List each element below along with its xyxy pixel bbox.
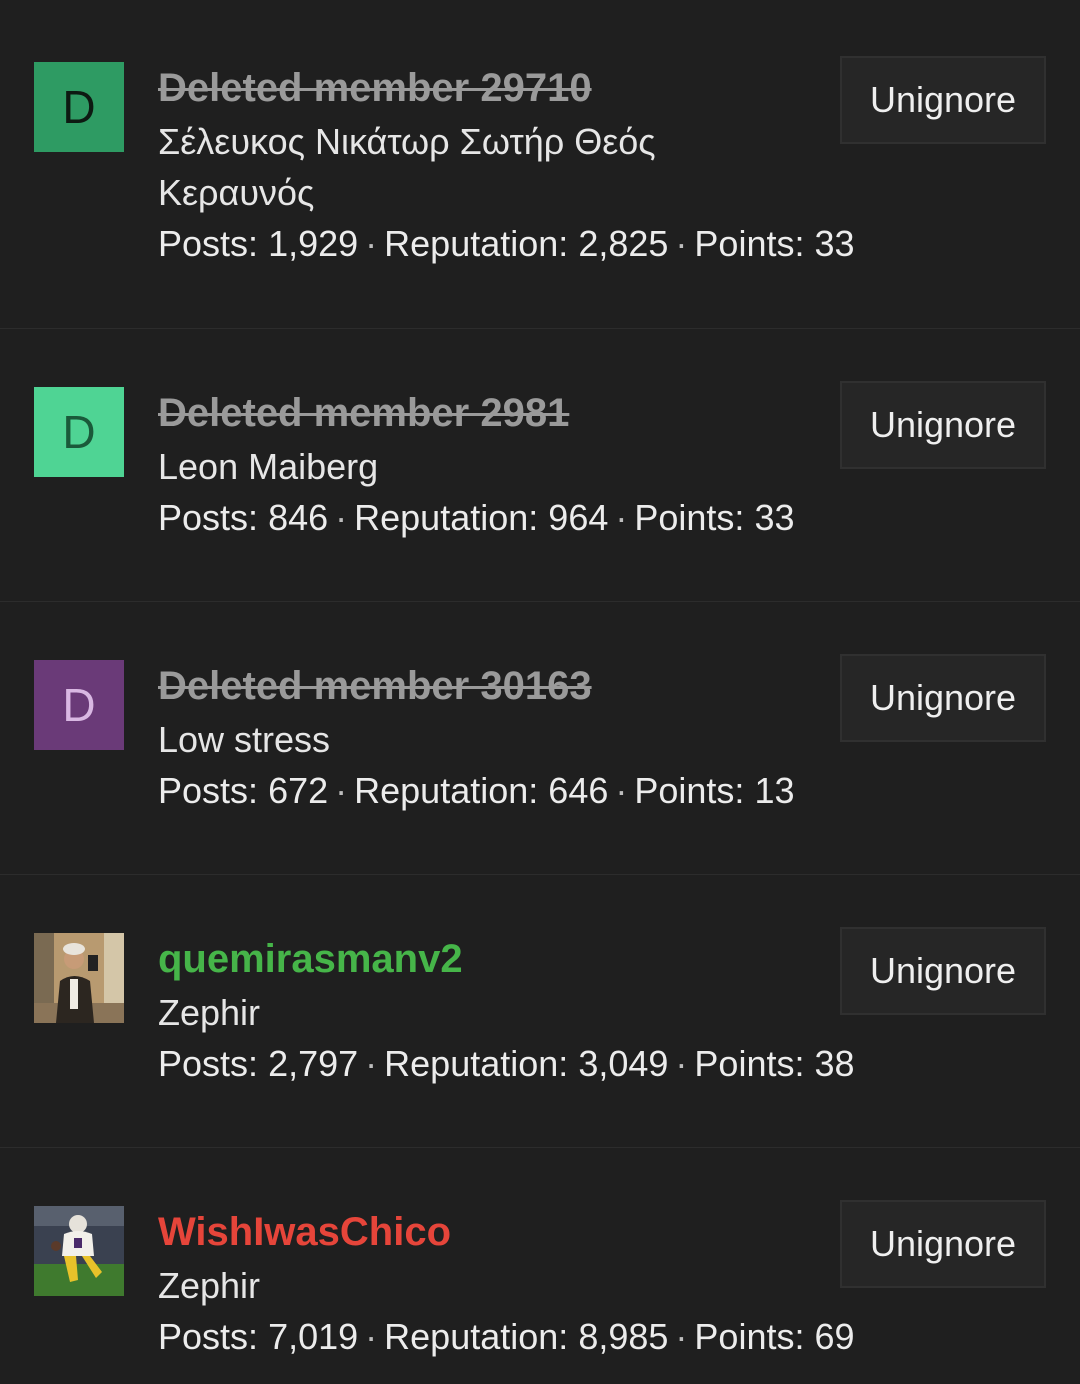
avatar[interactable]: D <box>34 387 124 477</box>
user-title: Zephir <box>158 1265 261 1306</box>
reputation-count: 964 <box>548 497 609 538</box>
avatar[interactable]: D <box>34 62 124 152</box>
member-row: quemirasmanv2 Zephir Posts: 2,797 · Reputa… <box>0 875 1080 1148</box>
posts-label: Posts: <box>158 223 259 264</box>
member-row: D Deleted member 2981 Leon Maiberg Posts… <box>0 329 1080 602</box>
member-info: Deleted member 2981 Leon Maiberg Posts: … <box>158 387 808 543</box>
separator-dot: · <box>335 770 348 811</box>
reputation-label: Reputation: <box>354 770 539 811</box>
member-info: WishIwasChico Zephir Posts: 7,019 · Reputa… <box>158 1206 855 1362</box>
username-link[interactable]: Deleted member 29710 <box>158 62 808 114</box>
avatar-letter: D <box>62 679 96 731</box>
points-label: Points: <box>634 770 745 811</box>
member-row: WishIwasChico Zephir Posts: 7,019 · Reputa… <box>0 1148 1080 1384</box>
avatar-letter: D <box>62 81 96 133</box>
posts-count: 7,019 <box>268 1316 359 1357</box>
person-selfie-icon <box>34 933 124 1023</box>
unignore-button[interactable]: Unignore <box>840 1200 1046 1288</box>
user-title: Zephir <box>158 992 261 1033</box>
unignore-button[interactable]: Unignore <box>840 654 1046 742</box>
member-row: D Deleted member 30163 Low stress Posts:… <box>0 602 1080 875</box>
separator-dot: · <box>615 770 628 811</box>
posts-count: 672 <box>268 770 329 811</box>
separator-dot: · <box>675 223 688 264</box>
reputation-count: 3,049 <box>578 1043 669 1084</box>
member-row: D Deleted member 29710 Σέλευκος Νικάτωρ … <box>0 0 1080 329</box>
posts-label: Posts: <box>158 497 259 538</box>
points-label: Points: <box>694 1316 805 1357</box>
points-count: 13 <box>754 770 795 811</box>
unignore-button[interactable]: Unignore <box>840 381 1046 469</box>
unignore-button[interactable]: Unignore <box>840 56 1046 144</box>
football-player-icon <box>34 1206 124 1296</box>
member-info: Deleted member 30163 Low stress Posts: 6… <box>158 660 808 816</box>
member-stats: Posts: 7,019 · Reputation: 8,985 · Points: 6… <box>158 1311 855 1362</box>
separator-dot: · <box>365 1043 378 1084</box>
avatar[interactable]: D <box>34 660 124 750</box>
user-title: Low stress <box>158 719 331 760</box>
points-count: 33 <box>814 223 855 264</box>
reputation-label: Reputation: <box>384 1043 569 1084</box>
username-link[interactable]: WishIwasChico <box>158 1206 808 1258</box>
posts-label: Posts: <box>158 1043 259 1084</box>
member-stats: Posts: 1,929 · Reputation: 2,825 · Points: 3… <box>158 218 855 269</box>
separator-dot: · <box>365 223 378 264</box>
reputation-count: 2,825 <box>578 223 669 264</box>
separator-dot: · <box>675 1316 688 1357</box>
reputation-label: Reputation: <box>354 497 539 538</box>
points-count: 33 <box>754 497 795 538</box>
username-link[interactable]: Deleted member 30163 <box>158 660 808 712</box>
username-link[interactable]: quemirasmanv2 <box>158 933 808 985</box>
unignore-button[interactable]: Unignore <box>840 927 1046 1015</box>
points-count: 69 <box>814 1316 855 1357</box>
reputation-count: 8,985 <box>578 1316 669 1357</box>
posts-count: 846 <box>268 497 329 538</box>
posts-count: 2,797 <box>268 1043 359 1084</box>
member-stats: Posts: 846 · Reputation: 964 · Points: 33 <box>158 492 808 543</box>
avatar-photo[interactable] <box>34 1206 124 1296</box>
username-link[interactable]: Deleted member 2981 <box>158 387 808 439</box>
points-label: Points: <box>694 223 805 264</box>
reputation-label: Reputation: <box>384 1316 569 1357</box>
reputation-label: Reputation: <box>384 223 569 264</box>
member-info: Deleted member 29710 Σέλευκος Νικάτωρ Σω… <box>158 62 855 269</box>
posts-label: Posts: <box>158 770 259 811</box>
separator-dot: · <box>615 497 628 538</box>
points-label: Points: <box>634 497 745 538</box>
member-info: quemirasmanv2 Zephir Posts: 2,797 · Reputa… <box>158 933 855 1089</box>
separator-dot: · <box>335 497 348 538</box>
ignored-members-list: D Deleted member 29710 Σέλευκος Νικάτωρ … <box>0 0 1080 1384</box>
member-stats: Posts: 2,797 · Reputation: 3,049 · Points: 3… <box>158 1038 855 1089</box>
points-label: Points: <box>694 1043 805 1084</box>
points-count: 38 <box>814 1043 855 1084</box>
avatar-photo[interactable] <box>34 933 124 1023</box>
avatar-letter: D <box>62 406 96 458</box>
reputation-count: 646 <box>548 770 609 811</box>
posts-count: 1,929 <box>268 223 359 264</box>
separator-dot: · <box>675 1043 688 1084</box>
separator-dot: · <box>365 1316 378 1357</box>
user-title: Σέλευκος Νικάτωρ Σωτήρ Θεός Κεραυνός <box>158 121 656 213</box>
user-title: Leon Maiberg <box>158 446 379 487</box>
member-stats: Posts: 672 · Reputation: 646 · Points: 13 <box>158 765 808 816</box>
posts-label: Posts: <box>158 1316 259 1357</box>
